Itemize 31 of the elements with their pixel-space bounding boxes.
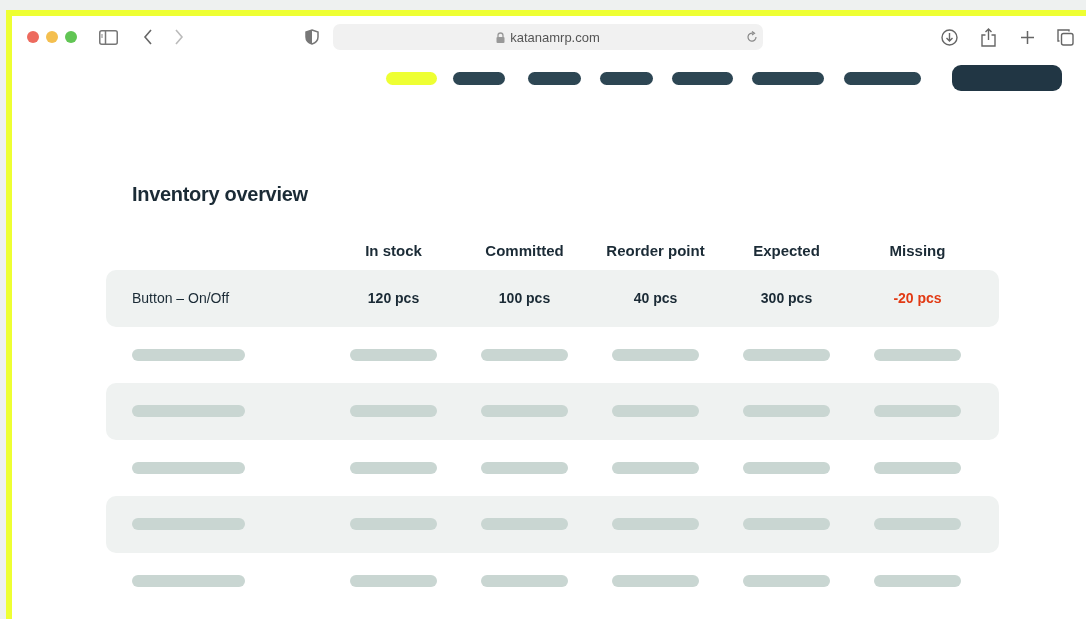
table-cell-text: 300 pcs: [759, 290, 814, 307]
sidebar-icon[interactable]: [99, 29, 118, 45]
nav-link[interactable]: [672, 71, 733, 85]
nav-link[interactable]: [844, 71, 921, 85]
column-header: In stock: [364, 241, 423, 259]
shield-icon[interactable]: [305, 29, 319, 45]
plus-icon[interactable]: [1020, 29, 1035, 45]
address-bar[interactable]: katanamrp.com: [333, 24, 763, 50]
back-icon[interactable]: [143, 29, 153, 45]
item-name: Button – On/Off: [132, 290, 231, 307]
table-cell-text: 40 pcs: [632, 290, 679, 307]
column-header: Reorder point: [605, 241, 706, 259]
reload-icon[interactable]: [746, 31, 758, 43]
nav-link[interactable]: [528, 71, 581, 85]
table-cell-text: 100 pcs: [497, 290, 552, 307]
lock-icon: [496, 31, 506, 43]
nav-link[interactable]: [600, 71, 653, 85]
column-header: Committed: [484, 241, 565, 259]
column-header: Expected: [752, 241, 821, 259]
nav-link[interactable]: [453, 71, 505, 85]
close-button[interactable]: [27, 31, 39, 43]
download-icon[interactable]: [941, 28, 958, 46]
action-button[interactable]: [952, 65, 1062, 91]
table-cell-text: 120 pcs: [366, 290, 421, 307]
table-cell-text: -20 pcs: [892, 290, 943, 307]
column-header: Missing: [888, 241, 947, 259]
page-title: Inventory overview: [132, 182, 309, 206]
share-icon[interactable]: [981, 27, 996, 47]
url-text: katanamrp.com: [510, 29, 600, 45]
nav-link[interactable]: [752, 71, 824, 85]
tabs-icon[interactable]: [1057, 28, 1074, 46]
